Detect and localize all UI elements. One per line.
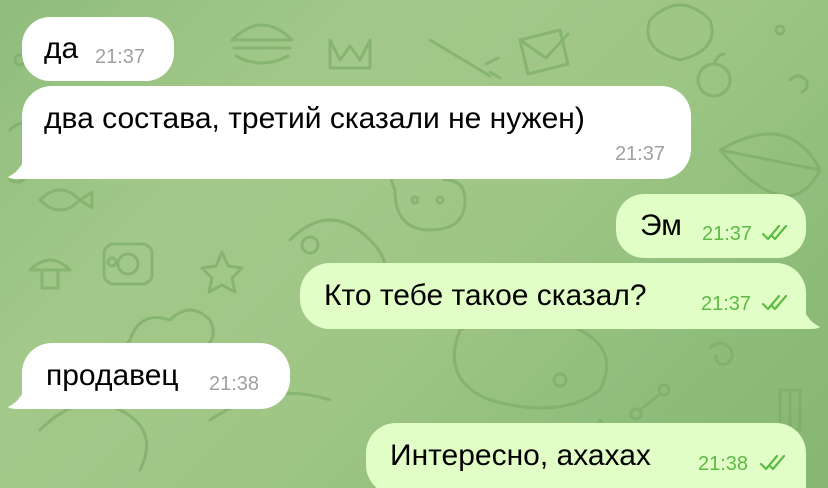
double-check-icon — [762, 294, 788, 311]
message-text: Кто тебе такое сказал? — [324, 279, 647, 312]
outgoing-message[interactable]: Эм 21:37 — [616, 194, 806, 258]
message-text: продавец — [46, 359, 179, 392]
double-check-icon — [762, 224, 788, 241]
incoming-message[interactable]: да 21:37 — [22, 17, 174, 81]
outgoing-bubble-tail — [798, 309, 820, 329]
message-time: 21:37 — [614, 143, 665, 165]
message-time: 21:37 — [702, 223, 753, 245]
message-text: два состава, третий сказали не нужен) — [44, 102, 585, 135]
message-text: Интересно, ахахах — [390, 439, 651, 472]
message-time: 21:37 — [701, 293, 752, 315]
chat-background: да 21:37 два состава, третий сказали не … — [0, 0, 828, 488]
incoming-bubble-tail — [8, 389, 30, 409]
message-time: 21:38 — [698, 453, 749, 475]
incoming-message[interactable]: продавец 21:38 — [22, 343, 290, 409]
incoming-message[interactable]: два состава, третий сказали не нужен) 21… — [22, 86, 691, 179]
message-text: да — [44, 32, 79, 65]
outgoing-message[interactable]: Кто тебе такое сказал? 21:37 — [300, 263, 806, 329]
incoming-bubble-tail — [8, 159, 30, 179]
message-time: 21:38 — [209, 373, 260, 395]
message-text: Эм — [640, 209, 682, 242]
double-check-icon — [760, 454, 786, 471]
outgoing-message[interactable]: Интересно, ахахах 21:38 — [366, 423, 806, 488]
message-time: 21:37 — [95, 46, 146, 68]
